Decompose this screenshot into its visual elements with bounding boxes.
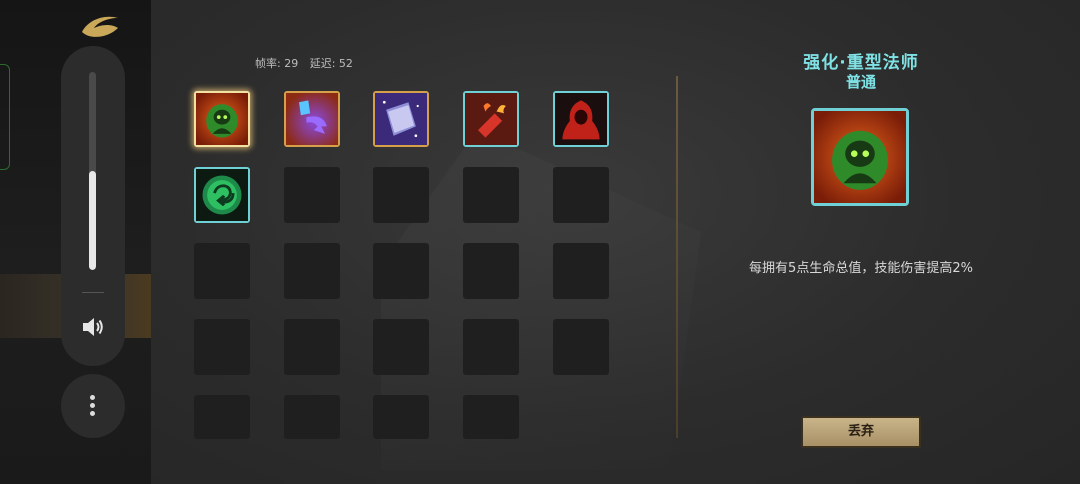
performance-stats: 帧率: 29 延迟: 52 <box>255 55 361 71</box>
inventory-slot-empty[interactable] <box>194 319 250 375</box>
inventory-slot-3[interactable] <box>373 91 429 147</box>
inventory-slot-empty[interactable] <box>373 167 429 223</box>
panel-divider <box>676 76 678 438</box>
game-logo-icon[interactable] <box>78 12 122 40</box>
red-firecracker-icon <box>465 93 517 145</box>
inventory-slot-empty[interactable] <box>463 395 519 439</box>
inventory-slot-empty[interactable] <box>373 395 429 439</box>
inventory-slot-1[interactable] <box>194 91 250 147</box>
inventory-slot-empty[interactable] <box>553 243 609 299</box>
red-hooded-figure-icon <box>555 93 607 145</box>
volume-panel <box>61 46 125 366</box>
item-description: 每拥有5点生命总值，技能伤害提高2% <box>749 261 973 276</box>
background-decoration <box>381 130 701 470</box>
inventory-panel: 帧率: 29 延迟: 52 强化·重型法师 普通 每拥有5点生命总值，技能伤害提… <box>151 0 1080 484</box>
latency-readout: 延迟: 52 <box>309 57 353 70</box>
item-rarity: 普通 <box>845 73 876 91</box>
volume-slider-fill <box>89 171 96 270</box>
discard-button[interactable]: 丢弃 <box>801 416 921 448</box>
inventory-slot-5[interactable] <box>553 91 609 147</box>
volume-slider[interactable] <box>89 72 96 270</box>
background-green-frame <box>0 64 10 170</box>
inventory-slot-empty[interactable] <box>373 243 429 299</box>
inventory-slot-empty[interactable] <box>284 167 340 223</box>
more-dot <box>90 395 95 400</box>
purple-crystal-arrow-icon <box>286 93 338 145</box>
inventory-slot-empty[interactable] <box>463 243 519 299</box>
inventory-slot-empty[interactable] <box>553 167 609 223</box>
inventory-slot-empty[interactable] <box>463 319 519 375</box>
item-detail-icon <box>811 108 909 206</box>
inventory-slot-empty[interactable] <box>284 243 340 299</box>
item-title: 强化·重型法师 <box>803 53 919 73</box>
volume-speaker-icon[interactable] <box>80 314 106 340</box>
inventory-slot-empty[interactable] <box>284 395 340 439</box>
inventory-slot-2[interactable] <box>284 91 340 147</box>
inventory-slot-empty[interactable] <box>194 395 250 439</box>
more-dot <box>90 411 95 416</box>
more-dot <box>90 403 95 408</box>
inventory-slot-empty[interactable] <box>463 167 519 223</box>
inventory-slot-empty[interactable] <box>373 319 429 375</box>
inventory-slot-empty[interactable] <box>553 319 609 375</box>
fps-readout: 帧率: 29 <box>255 57 299 70</box>
inventory-slot-4[interactable] <box>463 91 519 147</box>
inventory-slot-empty[interactable] <box>194 243 250 299</box>
inventory-slot-empty[interactable] <box>284 319 340 375</box>
inventory-slot-6[interactable] <box>194 167 250 223</box>
magic-spellbook-icon <box>375 93 427 145</box>
more-vertical-icon[interactable] <box>61 374 125 438</box>
green-spirit-skull-icon <box>196 93 248 145</box>
volume-divider <box>82 292 104 293</box>
green-swirl-orb-icon <box>196 169 248 221</box>
green-spirit-skull-icon <box>814 111 906 203</box>
